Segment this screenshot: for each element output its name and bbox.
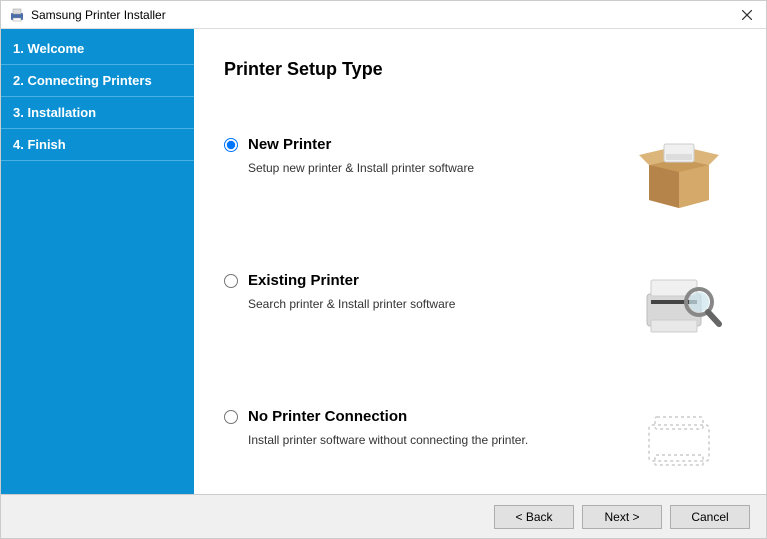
option-new-printer: New Printer Setup new printer & Install … [224, 130, 744, 210]
sidebar-item-installation[interactable]: 3. Installation [1, 97, 194, 129]
option-label-text: No Printer Connection [248, 408, 407, 425]
back-button[interactable]: < Back [494, 505, 574, 529]
titlebar: Samsung Printer Installer [1, 1, 766, 29]
option-label-text: New Printer [248, 136, 331, 153]
radio-no-printer[interactable]: No Printer Connection [224, 408, 624, 425]
radio-existing-printer-input[interactable] [224, 274, 238, 288]
radio-existing-printer[interactable]: Existing Printer [224, 272, 624, 289]
sidebar-item-welcome[interactable]: 1. Welcome [1, 33, 194, 65]
main-panel: Printer Setup Type New Printer Setup new… [194, 29, 766, 494]
option-desc: Setup new printer & Install printer soft… [224, 161, 624, 175]
footer: < Back Next > Cancel [1, 494, 766, 538]
no-printer-ghost-icon [624, 402, 734, 482]
radio-new-printer-input[interactable] [224, 138, 238, 152]
radio-no-printer-input[interactable] [224, 410, 238, 424]
new-printer-box-icon [624, 130, 734, 210]
content-area: 1. Welcome 2. Connecting Printers 3. Ins… [1, 29, 766, 494]
sidebar-item-connecting[interactable]: 2. Connecting Printers [1, 65, 194, 97]
option-no-printer: No Printer Connection Install printer so… [224, 402, 744, 482]
existing-printer-search-icon [624, 266, 734, 346]
cancel-button[interactable]: Cancel [670, 505, 750, 529]
next-button[interactable]: Next > [582, 505, 662, 529]
sidebar-item-finish[interactable]: 4. Finish [1, 129, 194, 161]
option-existing-printer: Existing Printer Search printer & Instal… [224, 266, 744, 346]
option-desc: Install printer software without connect… [224, 433, 624, 447]
app-icon [9, 7, 25, 23]
wizard-sidebar: 1. Welcome 2. Connecting Printers 3. Ins… [1, 29, 194, 494]
radio-new-printer[interactable]: New Printer [224, 136, 624, 153]
option-desc: Search printer & Install printer softwar… [224, 297, 624, 311]
page-title: Printer Setup Type [224, 59, 744, 80]
window-title: Samsung Printer Installer [31, 8, 166, 22]
option-label-text: Existing Printer [248, 272, 359, 289]
close-button[interactable] [736, 5, 758, 25]
